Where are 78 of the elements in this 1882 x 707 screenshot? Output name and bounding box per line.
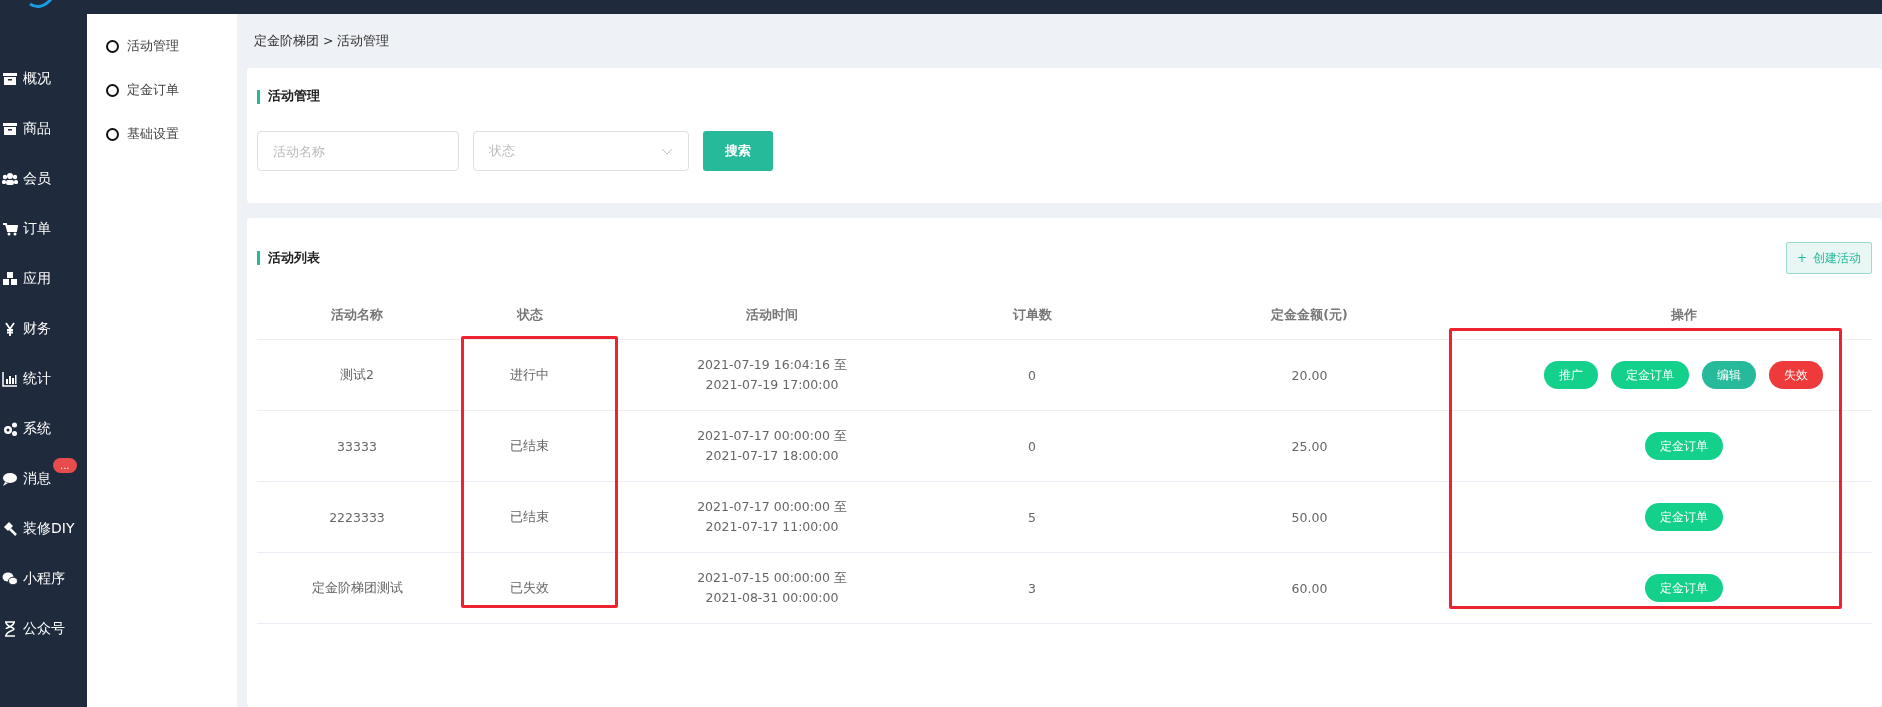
table-cell: 60.00 bbox=[1291, 580, 1328, 596]
sidebar-item[interactable]: 系统 bbox=[0, 404, 87, 454]
sidebar-label: 消息 bbox=[23, 470, 51, 488]
table-cell: 2223333 bbox=[329, 509, 385, 525]
submenu-item[interactable]: 定金订单 bbox=[127, 81, 179, 99]
chevron-down-icon bbox=[661, 147, 673, 155]
table-cell-text: 2021-07-19 17:00:00 bbox=[705, 376, 839, 394]
yen-icon bbox=[2, 321, 18, 337]
circle-icon bbox=[106, 39, 119, 53]
table-cell-text: 2021-07-15 00:00:00 至 bbox=[697, 569, 847, 587]
table-cell-text: 2021-07-17 11:00:00 bbox=[705, 518, 839, 536]
table-cell: 5 bbox=[1028, 509, 1036, 525]
table-cell: 已结束 bbox=[510, 437, 549, 455]
hourglass-icon bbox=[2, 621, 18, 637]
table-cell: 进行中 bbox=[510, 366, 549, 384]
table-cell-text: 2021-07-17 00:00:00 至 bbox=[697, 427, 847, 445]
table-cell: 0 bbox=[1028, 367, 1036, 383]
circle-icon bbox=[106, 83, 119, 97]
table-cell-text: 2021-07-17 00:00:00 至 bbox=[697, 498, 847, 516]
sidebar-label: 概况 bbox=[23, 70, 51, 88]
sidebar-item[interactable]: 统计 bbox=[0, 354, 87, 404]
sidebar-item[interactable]: 概况 bbox=[0, 54, 87, 104]
table-cell: 0 bbox=[1028, 438, 1036, 454]
plus-icon: + bbox=[1796, 251, 1807, 265]
card-title: 活动管理 bbox=[268, 88, 320, 105]
sidebar-item[interactable]: 应用 bbox=[0, 254, 87, 304]
sidebar-item[interactable]: 会员 bbox=[0, 154, 87, 204]
column-header: 订单数 bbox=[1012, 307, 1052, 324]
circle-icon bbox=[106, 127, 119, 141]
column-header: 操作 bbox=[1670, 307, 1697, 324]
table-cell: 20.00 bbox=[1291, 367, 1328, 383]
table-cell: 3 bbox=[1028, 580, 1036, 596]
sidebar-item[interactable]: 订单 bbox=[0, 204, 87, 254]
name-input-field[interactable]: 活动名称 bbox=[257, 131, 459, 171]
sidebar-label: 公众号 bbox=[23, 620, 65, 638]
sidebar-label: 商品 bbox=[23, 120, 51, 138]
sidebar-label: 财务 bbox=[23, 320, 51, 338]
sidebar-label: 统计 bbox=[23, 370, 51, 388]
chat-icon bbox=[2, 471, 18, 487]
sidebar-item[interactable]: 小程序 bbox=[0, 554, 87, 604]
table-cell-text: 2021-08-31 00:00:00 bbox=[705, 589, 839, 607]
sidebar-label: 小程序 bbox=[23, 570, 65, 588]
sidebar-item[interactable]: 装修DIY bbox=[0, 504, 87, 554]
table-cell: 33333 bbox=[337, 438, 377, 454]
sidebar-label: 装修DIY bbox=[23, 520, 75, 538]
breadcrumb: 定金阶梯团 > 活动管理 bbox=[254, 32, 390, 50]
sidebar-label: 应用 bbox=[23, 270, 51, 288]
card-title: 活动列表 bbox=[268, 249, 320, 267]
table-cell: 50.00 bbox=[1291, 509, 1328, 525]
sidebar-label: 系统 bbox=[23, 420, 51, 438]
hammer-icon bbox=[2, 521, 18, 537]
table-cell-text: 2021-07-19 16:04:16 至 bbox=[697, 356, 847, 374]
sidebar-item[interactable]: 公众号 bbox=[0, 604, 87, 654]
sidebar-item[interactable]: 商品 bbox=[0, 104, 87, 154]
table-cell-text: 2021-07-17 18:00:00 bbox=[705, 447, 839, 465]
column-header: 定金金额(元) bbox=[1271, 307, 1348, 324]
table-cell: 测试2 bbox=[340, 366, 374, 384]
sidebar-item[interactable]: 财务 bbox=[0, 304, 87, 354]
table-cell: 已失效 bbox=[510, 579, 549, 597]
title-accent-bar bbox=[257, 251, 260, 265]
table-cell: 定金阶梯团测试 bbox=[311, 579, 403, 597]
action-button[interactable]: 失效 bbox=[1769, 361, 1823, 389]
submenu-item[interactable]: 活动管理 bbox=[127, 37, 179, 55]
title-accent-bar bbox=[257, 89, 260, 104]
sidebar-item[interactable]: 消息 ... bbox=[0, 454, 87, 504]
users-icon bbox=[2, 171, 18, 187]
table-cell: 已结束 bbox=[510, 508, 549, 526]
column-header: 活动时间 bbox=[746, 307, 798, 324]
chart-icon bbox=[2, 371, 18, 387]
column-header: 活动名称 bbox=[331, 307, 383, 324]
column-header: 状态 bbox=[516, 307, 543, 324]
table-cell: 25.00 bbox=[1291, 438, 1328, 454]
submenu-item[interactable]: 基础设置 bbox=[127, 125, 179, 143]
sidebar-label: 会员 bbox=[23, 170, 51, 188]
notification-badge: ... bbox=[53, 458, 77, 473]
sidebar-label: 订单 bbox=[23, 220, 51, 238]
cart-icon bbox=[2, 221, 18, 237]
cubes-icon bbox=[2, 271, 18, 287]
